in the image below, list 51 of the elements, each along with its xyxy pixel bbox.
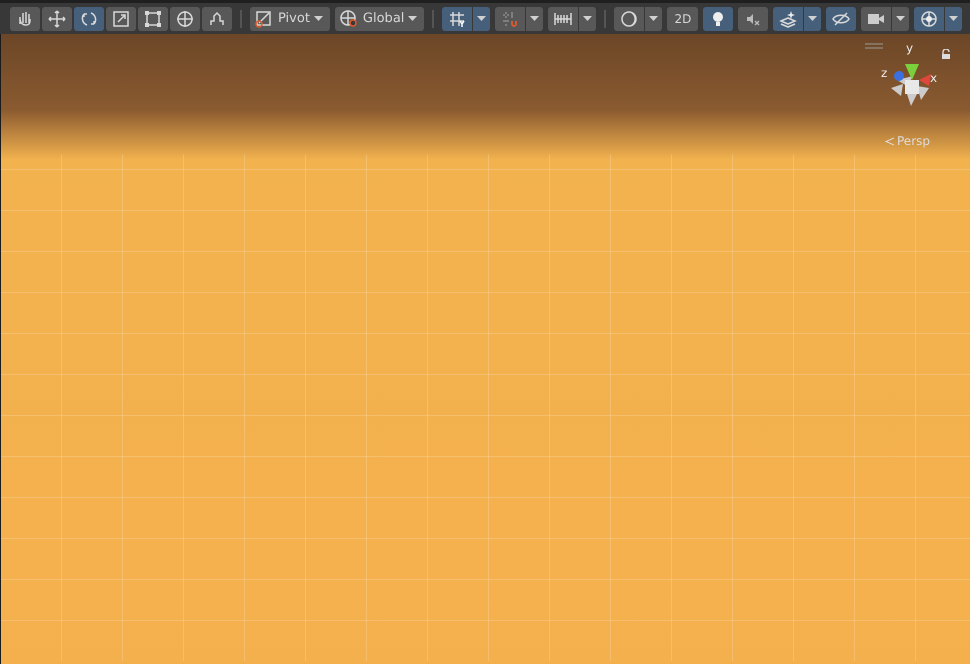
scale-icon: [111, 8, 131, 28]
menu-icon[interactable]: [865, 43, 883, 49]
caret-icon: [808, 16, 818, 21]
toggle-button[interactable]: [614, 6, 644, 30]
tool-button[interactable]: [202, 6, 232, 30]
toggle-button[interactable]: [826, 6, 856, 30]
handle-dropdown[interactable]: Pivot: [250, 6, 330, 30]
dropdown-button[interactable]: [579, 6, 596, 30]
caret-icon: [949, 16, 958, 21]
lock-icon[interactable]: [941, 49, 951, 59]
caret-icon: [896, 16, 906, 21]
handle-dropdown[interactable]: Global: [334, 6, 424, 30]
toggle-button[interactable]: [548, 6, 578, 30]
tool-button[interactable]: [138, 6, 168, 30]
caret-icon: [649, 16, 658, 21]
caret-icon: [477, 16, 486, 21]
dropdown-button[interactable]: [473, 6, 490, 30]
axis-label: z: [881, 67, 888, 79]
toggle-button[interactable]: 2D: [667, 6, 698, 30]
pivot-icon: [254, 8, 274, 28]
dropdown-button[interactable]: [945, 6, 962, 30]
toggle-button[interactable]: [703, 6, 734, 30]
chevron-left-icon: [885, 136, 894, 146]
move-arrows-icon: [47, 8, 67, 28]
gizmo-sphere-icon: [919, 8, 940, 28]
caret-icon: [408, 16, 418, 21]
toggle-button[interactable]: [773, 6, 804, 30]
toggle-button[interactable]: [442, 6, 472, 30]
caret-icon: [314, 16, 323, 21]
tool-button[interactable]: [42, 6, 72, 30]
tool-button[interactable]: [170, 6, 200, 30]
transform-icon: [175, 8, 195, 28]
globe-icon: [338, 8, 359, 28]
axis-label: x: [930, 72, 938, 84]
toggle-button[interactable]: [861, 6, 892, 30]
toggle-button[interactable]: [738, 6, 768, 30]
dropdown-button[interactable]: [892, 6, 910, 30]
tool-button[interactable]: [10, 6, 40, 30]
dropdown-button[interactable]: [526, 6, 544, 30]
toggle-button[interactable]: [914, 6, 944, 30]
rect-handles-icon: [143, 8, 163, 28]
shading-mode-icon: [619, 8, 640, 28]
caret-icon: [583, 16, 592, 21]
dropdown-button[interactable]: [804, 6, 822, 30]
layers-sparkle-icon: [778, 8, 798, 28]
toggle-button[interactable]: [495, 6, 526, 30]
axis-label: y: [906, 42, 914, 54]
tool-button[interactable]: [74, 6, 104, 30]
dropdown-button[interactable]: [645, 6, 662, 30]
caret-icon: [530, 16, 540, 21]
tool-button[interactable]: [106, 6, 136, 30]
